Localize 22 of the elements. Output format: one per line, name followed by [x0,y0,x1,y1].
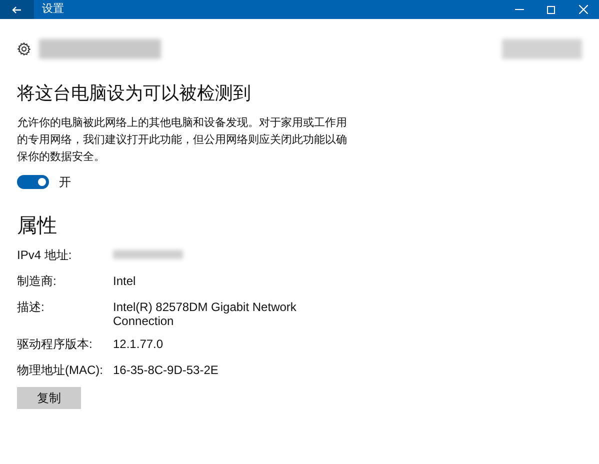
section-heading: 属性 [17,214,58,239]
description-text: 允许你的电脑被此网络上的其他电脑和设备发现。对于家用或工作用的专用网络，我们建议打开此功能，但公用网络则应关闭此功能以确保你的数据安全。 [17,116,348,165]
toggle-switch[interactable] [17,175,49,189]
property-label: 制造商: [17,273,58,290]
toggle-label: 开 [59,174,71,191]
property-label: 描述: [17,299,46,316]
minimize-icon [514,9,524,10]
property-label: 物理地址(MAC): [17,362,104,379]
close-icon [578,5,588,14]
property-value: 16-35-8C-9D-53-2E [113,362,220,379]
maximize-icon [547,6,555,14]
back-arrow-icon [12,6,22,14]
property-value: Intel [113,273,137,290]
settings-icon [17,42,31,56]
property-label: IPv4 地址: [17,247,73,264]
property-value: 12.1.77.0 [113,336,164,353]
section-heading: 将这台电脑设为可以被检测到 [17,82,252,105]
property-value: Intel(R) 82578DM Gigabit Network Connection [113,299,298,328]
window-title: 设置 [42,2,64,18]
back-button[interactable] [0,0,34,19]
property-label: 驱动程序版本: [17,336,94,353]
copy-button[interactable]: 复制 [17,387,81,409]
